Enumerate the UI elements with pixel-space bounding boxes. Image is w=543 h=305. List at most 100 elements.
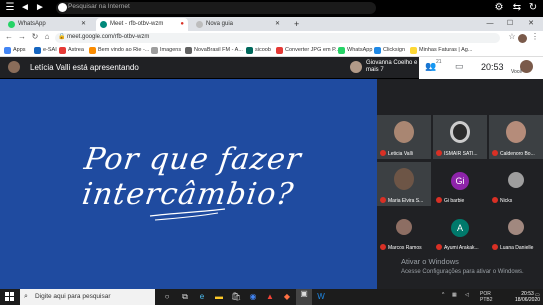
participant-tile[interactable]: Luana Danielle <box>489 209 543 253</box>
avatar <box>8 61 20 73</box>
reload-icon[interactable]: ↻ <box>30 32 40 41</box>
participant-name: Gi barbie <box>444 198 465 204</box>
bookmark-icon <box>338 47 345 54</box>
bookmark-esai[interactable]: e-SAI <box>34 47 57 54</box>
participant-tile[interactable]: ISMAIR SATI... <box>433 115 487 159</box>
bookmark-sicoob[interactable]: sicoob <box>246 47 271 54</box>
bookmark-rie[interactable]: Bem vindo ao Rie -... <box>89 47 149 54</box>
settings-icon[interactable]: ⚙ <box>493 2 505 14</box>
bookmark-apps[interactable]: Apps <box>4 47 26 54</box>
bookmark-icon <box>89 47 96 54</box>
tray-chevron-icon[interactable]: ^ <box>442 292 444 298</box>
url-text: meet.google.com/rfb-otbv-wzm <box>67 34 150 40</box>
tab-new[interactable]: Nova guia ✕ <box>192 18 284 31</box>
presentation-slide: Por que fazer intercâmbio? <box>0 79 377 289</box>
meet-controls-panel: 👥 21 ▭ 20:53 Você <box>419 57 543 79</box>
participant-tile[interactable]: Caldenoro Bo... <box>489 115 543 159</box>
also-label: Giovanna Coelho e mais 7 <box>366 60 418 73</box>
bookmark-converter[interactable]: Converter JPG em P... <box>276 47 340 54</box>
bookmark-icon <box>276 47 283 54</box>
menu-icon[interactable]: ☰ <box>4 2 16 14</box>
home-icon[interactable]: ⌂ <box>42 32 52 41</box>
tab-whatsapp[interactable]: WhatsApp ✕ <box>4 18 90 31</box>
tab-label: Meet - rfb-otbv-wzm <box>110 21 164 27</box>
star-icon[interactable]: ☆ <box>507 32 517 41</box>
participant-tile[interactable]: A Ayumi Arakak... <box>433 209 487 253</box>
bookmark-whatsapp[interactable]: WhatsApp <box>338 47 372 54</box>
participant-video <box>506 121 526 143</box>
bookmark-clicksign[interactable]: Clicksign <box>374 47 405 54</box>
participant-name: Luana Danielle <box>500 245 534 251</box>
network-icon[interactable]: ▦ <box>452 292 457 298</box>
meeting-clock: 20:53 <box>481 62 504 72</box>
cortana-icon[interactable]: ○ <box>162 292 172 302</box>
recording-dot-icon: ● <box>180 21 184 27</box>
notifications-icon[interactable]: ▭ <box>535 292 540 298</box>
kebab-menu-icon[interactable]: ⋮ <box>530 32 540 41</box>
chat-icon[interactable]: ▭ <box>455 61 464 72</box>
slide-underline <box>149 208 226 221</box>
tab-strip: WhatsApp ✕ Meet - rfb-otbv-wzm ● Nova gu… <box>0 17 543 31</box>
bookmark-icon <box>34 47 41 54</box>
close-window-icon[interactable]: ✕ <box>521 17 541 31</box>
mic-off-icon <box>436 244 442 250</box>
back-icon[interactable]: ◄ <box>19 2 31 14</box>
new-tab-button[interactable]: + <box>290 18 299 31</box>
newtab-icon <box>196 21 203 28</box>
windows-activation-watermark: Ativar o Windows Acesse Configurações pa… <box>401 257 524 277</box>
close-icon[interactable]: ✕ <box>81 18 86 31</box>
explorer-icon[interactable]: ▬ <box>214 292 224 302</box>
taskbar: ⌕ Digite aqui para pesquisar ○ ⧉ e ▬ 🛍 ◉… <box>0 289 543 305</box>
url-field[interactable]: 🔒 meet.google.com/rfb-otbv-wzm <box>55 33 500 43</box>
close-icon[interactable]: ✕ <box>275 18 280 31</box>
top-search-box[interactable]: Pesquisar na Internet <box>56 2 376 14</box>
participant-avatar <box>508 172 524 188</box>
maximize-icon[interactable]: ☐ <box>500 17 520 31</box>
you-label: Você <box>511 69 523 75</box>
tab-meet[interactable]: Meet - rfb-otbv-wzm ● <box>96 18 188 31</box>
mic-off-icon <box>436 197 442 203</box>
windows-start-icon[interactable] <box>5 292 15 302</box>
store-icon[interactable]: 🛍 <box>231 292 241 302</box>
participant-tile[interactable]: Leticia Valli <box>377 115 431 159</box>
mic-off-icon <box>436 150 442 156</box>
forward-icon[interactable]: ► <box>34 2 46 14</box>
bookmark-novabrasil[interactable]: NovaBrasil FM - A... <box>185 47 243 54</box>
people-icon[interactable]: 👥 <box>425 61 436 72</box>
mic-off-icon <box>492 150 498 156</box>
watermark-subtitle: Acesse Configurações para ativar o Windo… <box>401 269 524 275</box>
bookmark-faturas[interactable]: Minhas Faturas | Ag... <box>410 47 472 54</box>
whatsapp-icon <box>8 21 15 28</box>
bookmark-icon <box>410 47 417 54</box>
volume-icon[interactable]: ◁ <box>465 292 469 298</box>
bookmark-icon <box>151 47 158 54</box>
participant-tile[interactable]: Marcos Ramos <box>377 209 431 253</box>
back-arrow-icon[interactable]: ← <box>4 32 14 41</box>
active-app-icon[interactable]: ▣ <box>296 289 312 305</box>
bookmark-imagens[interactable]: Imagens <box>151 47 181 54</box>
participant-avatar <box>396 219 412 235</box>
participant-name: Nicks <box>500 198 513 204</box>
participant-name: Ayumi Arakak... <box>444 245 479 251</box>
edge-icon[interactable]: e <box>197 292 207 302</box>
participant-tile[interactable]: Maria Elvira S... <box>377 162 431 206</box>
search-icon: ⌕ <box>24 293 28 300</box>
language-indicator[interactable]: POR PTB2 <box>480 291 493 303</box>
participant-tile[interactable]: Gi Gi barbie <box>433 162 487 206</box>
chrome-icon[interactable]: ◉ <box>248 292 258 302</box>
participant-tile[interactable]: Nicks <box>489 162 543 206</box>
task-view-icon[interactable]: ⧉ <box>180 292 190 302</box>
share-icon[interactable]: ⇆ <box>511 2 523 14</box>
taskbar-search[interactable]: ⌕ Digite aqui para pesquisar <box>20 289 155 305</box>
minimize-icon[interactable]: — <box>480 17 500 31</box>
forward-arrow-icon[interactable]: → <box>17 32 27 41</box>
word-icon[interactable]: W <box>316 292 326 302</box>
profile-avatar[interactable] <box>518 34 527 43</box>
top-search-placeholder: Pesquisar na Internet <box>68 3 130 10</box>
participant-name: Leticia Valli <box>388 151 413 157</box>
refresh-icon[interactable]: ↻ <box>527 2 539 14</box>
app-icon[interactable]: ◆ <box>282 292 292 302</box>
app-icon[interactable]: ▲ <box>265 292 275 302</box>
bookmark-astrea[interactable]: Astrea <box>59 47 84 54</box>
mic-off-icon <box>492 197 498 203</box>
